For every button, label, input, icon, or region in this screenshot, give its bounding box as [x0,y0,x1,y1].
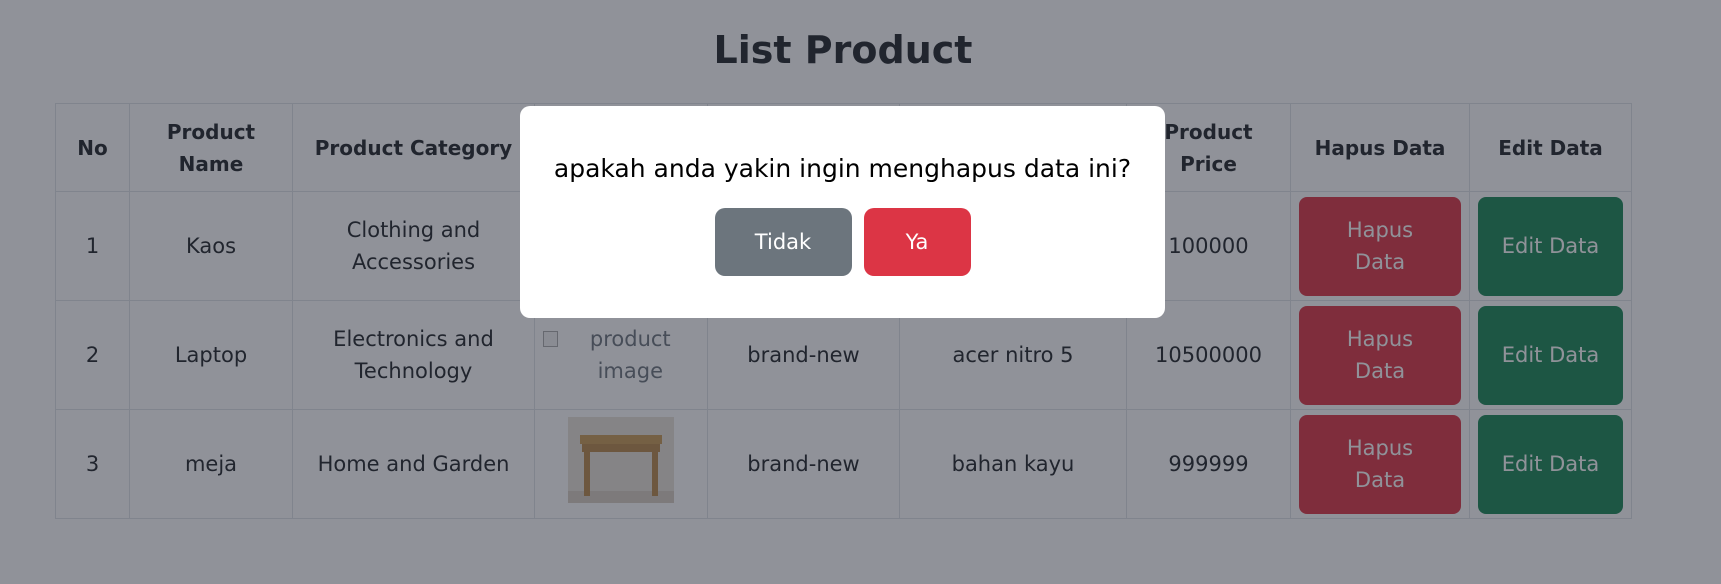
dialog-message: apakah anda yakin ingin menghapus data i… [553,154,1132,183]
confirm-button[interactable]: Ya [863,208,971,276]
confirm-delete-dialog: apakah anda yakin ingin menghapus data i… [520,106,1165,318]
cancel-button[interactable]: Tidak [714,208,852,276]
dialog-actions: Tidak Ya [520,208,1165,276]
